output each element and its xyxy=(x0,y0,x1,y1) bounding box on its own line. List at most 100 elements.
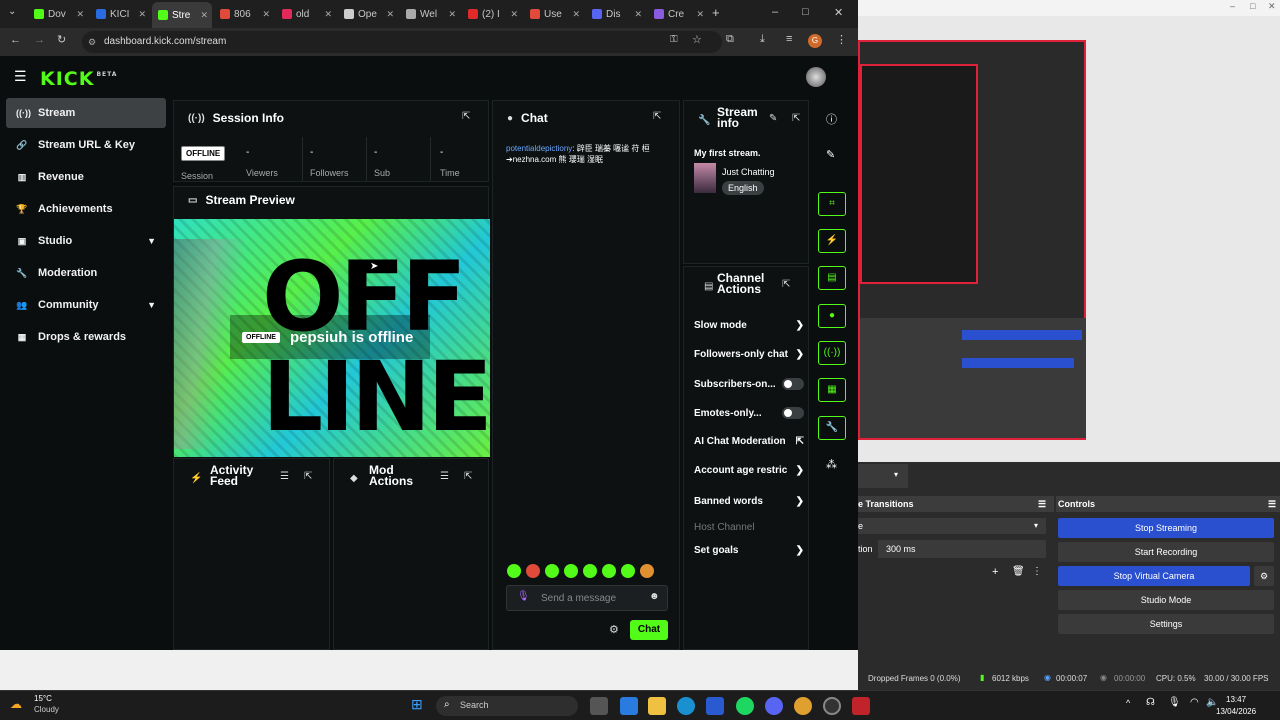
bookmark-star-icon[interactable]: ☆ xyxy=(692,33,702,46)
close-tab-icon[interactable]: ✕ xyxy=(262,9,270,20)
close-tab-icon[interactable]: ✕ xyxy=(634,9,642,20)
add-icon[interactable]: + xyxy=(992,566,998,578)
chat-input[interactable]: 🎙 Send a message ☻ xyxy=(506,585,668,611)
chat-bubble-icon[interactable]: ● xyxy=(818,304,846,328)
settings-button[interactable]: Settings xyxy=(1058,614,1274,634)
close-tab-icon[interactable]: ✕ xyxy=(386,9,394,20)
microphone-icon[interactable]: 🎙 xyxy=(1168,697,1181,708)
url-field[interactable]: ⚙ dashboard.kick.com/stream xyxy=(82,31,722,53)
emoji-icon[interactable]: ☻ xyxy=(649,591,660,602)
browser-tab[interactable]: Cre ✕ xyxy=(648,4,708,24)
channel-action-row[interactable]: Slow mode ❯ xyxy=(694,320,804,331)
broadcast-icon[interactable]: ((·)) xyxy=(818,341,846,365)
toggle-switch[interactable] xyxy=(782,378,804,390)
obs-preview-recursive[interactable] xyxy=(858,40,1086,440)
channel-action-row[interactable]: Banned words ❯ xyxy=(694,496,804,507)
chat-send-button[interactable]: Chat xyxy=(630,620,668,640)
stop-streaming-button[interactable]: Stop Streaming xyxy=(1058,518,1274,538)
clock-date[interactable]: 13/04/2026 xyxy=(1216,707,1256,716)
offline-preview-image[interactable]: OFF LINE OFFLINE pepsiuh is offline ➤ xyxy=(174,219,490,457)
close-tab-icon[interactable]: ✕ xyxy=(76,9,84,20)
download-icon[interactable]: ⤓ xyxy=(760,33,765,46)
virtual-camera-settings-icon[interactable]: ⚙ xyxy=(1254,566,1274,586)
hamburger-menu-icon[interactable]: ☰ xyxy=(14,68,27,85)
close-tab-icon[interactable]: ✕ xyxy=(448,9,456,20)
browser-menu-icon[interactable]: ⋮ xyxy=(836,33,847,46)
site-info-icon[interactable]: ⚙ xyxy=(88,31,96,53)
file-explorer-icon[interactable] xyxy=(648,697,666,715)
popout-icon[interactable]: ⇱ xyxy=(462,111,470,122)
browser-tab[interactable]: Dov ✕ xyxy=(28,4,88,24)
sidebar-item-stream-url-key[interactable]: 🔗 Stream URL & Key xyxy=(6,130,166,160)
clip-icon[interactable]: ⌗ xyxy=(818,192,846,216)
popout-icon[interactable]: ⇱ xyxy=(792,113,800,124)
browser-tab[interactable]: Use ✕ xyxy=(524,4,584,24)
edge-icon[interactable] xyxy=(677,697,695,715)
dock-menu-icon[interactable]: ☰ xyxy=(1268,496,1276,512)
lightning-icon[interactable]: ⚡ xyxy=(818,229,846,253)
maximize-icon[interactable]: □ xyxy=(1250,1,1255,11)
calculator-icon[interactable] xyxy=(706,697,724,715)
connections-icon[interactable]: ⁂ xyxy=(826,458,837,471)
chevron-down-icon[interactable]: ▼ xyxy=(147,300,156,310)
password-key-icon[interactable]: ⚿ xyxy=(670,34,678,45)
browser-tab[interactable]: 806 ✕ xyxy=(214,4,274,24)
browser-tab[interactable]: (2) I ✕ xyxy=(462,4,522,24)
minimize-icon[interactable]: – xyxy=(772,6,778,18)
profile-avatar[interactable]: G xyxy=(808,34,822,48)
emote-icon[interactable] xyxy=(583,564,597,578)
more-options-icon[interactable]: ⋮ xyxy=(1032,566,1042,577)
popout-icon[interactable]: ⇱ xyxy=(653,111,661,122)
emote-icon[interactable] xyxy=(545,564,559,578)
stream-category[interactable]: Just Chatting xyxy=(722,167,775,177)
browser-tab[interactable]: Stre ✕ xyxy=(152,2,212,28)
chat-message-username[interactable]: potentialdepictiony xyxy=(506,144,572,153)
taskbar-search[interactable]: ⌕ Search xyxy=(436,696,578,716)
close-tab-icon[interactable]: ✕ xyxy=(200,10,208,21)
emote-icon[interactable] xyxy=(526,564,540,578)
app-icon[interactable] xyxy=(852,697,870,715)
task-view-icon[interactable] xyxy=(590,697,608,715)
forward-icon[interactable]: → xyxy=(34,34,45,46)
duration-input[interactable]: 300 ms xyxy=(878,540,1046,558)
close-tab-icon[interactable]: ✕ xyxy=(324,9,332,20)
extensions-icon[interactable]: ⧉ xyxy=(726,33,734,46)
back-icon[interactable]: ← xyxy=(10,34,21,46)
filter-icon[interactable]: ☰ xyxy=(280,471,289,482)
media-controls-icon[interactable]: ≡ xyxy=(786,33,792,45)
channel-action-row[interactable]: Subscribers-on... xyxy=(694,378,804,390)
edit-pencil-icon[interactable]: ✎ xyxy=(769,113,777,124)
discord-icon[interactable] xyxy=(765,697,783,715)
notes-icon[interactable]: ▤ xyxy=(818,266,846,290)
emote-icon[interactable] xyxy=(640,564,654,578)
reload-icon[interactable]: ↻ xyxy=(57,33,66,46)
trash-icon[interactable]: 🗑 xyxy=(1012,566,1025,577)
start-recording-button[interactable]: Start Recording xyxy=(1058,542,1274,562)
new-tab-button[interactable]: + xyxy=(712,5,720,20)
user-avatar[interactable] xyxy=(806,67,826,87)
close-tab-icon[interactable]: ✕ xyxy=(138,9,146,20)
close-tab-icon[interactable]: ✕ xyxy=(510,9,518,20)
sidebar-item-studio[interactable]: ▣ Studio ▼ xyxy=(6,226,166,256)
browser-tab[interactable]: KICI ✕ xyxy=(90,4,150,24)
kick-logo[interactable]: KICK BETA xyxy=(40,68,117,90)
obs-icon[interactable] xyxy=(823,697,841,715)
close-tab-icon[interactable]: ✕ xyxy=(696,9,704,20)
channel-action-row[interactable]: Followers-only chat ❯ xyxy=(694,349,804,360)
tray-chevron-icon[interactable]: ^ xyxy=(1126,698,1130,708)
popout-icon[interactable]: ⇱ xyxy=(464,471,472,482)
sidebar-item-revenue[interactable]: ▥ Revenue xyxy=(6,162,166,192)
close-icon[interactable]: ✕ xyxy=(834,6,843,19)
emote-icon[interactable] xyxy=(507,564,521,578)
close-icon[interactable]: ✕ xyxy=(1268,1,1276,12)
store-icon[interactable] xyxy=(620,697,638,715)
sidebar-item-community[interactable]: 👥 Community ▼ xyxy=(6,290,166,320)
channel-action-row[interactable]: AI Chat Moderation ⇱ xyxy=(694,436,804,447)
windows-start-icon[interactable]: ⊞ xyxy=(411,696,423,713)
stop-virtual-camera-button[interactable]: Stop Virtual Camera xyxy=(1058,566,1250,586)
studio-mode-button[interactable]: Studio Mode xyxy=(1058,590,1274,610)
maximize-icon[interactable]: □ xyxy=(802,6,809,18)
channel-action-row[interactable]: Account age restric ❯ xyxy=(694,465,804,476)
sidebar-item-achievements[interactable]: 🏆 Achievements xyxy=(6,194,166,224)
emote-icon[interactable] xyxy=(602,564,616,578)
